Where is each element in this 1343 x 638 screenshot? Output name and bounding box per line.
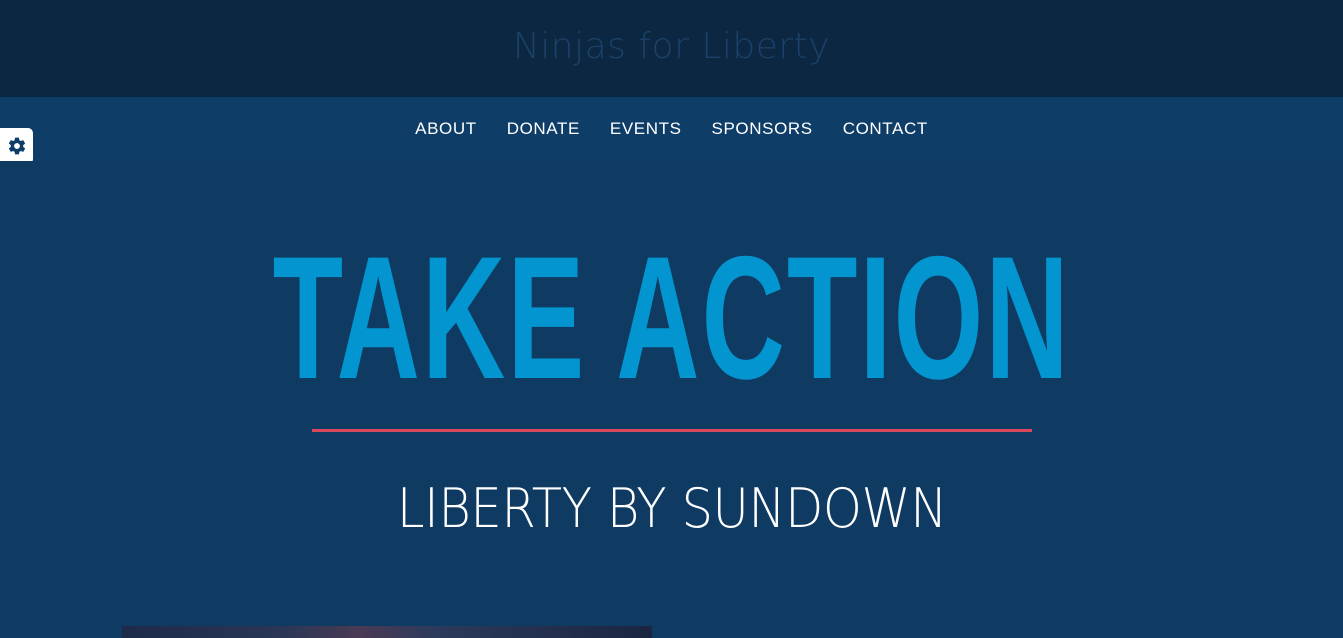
nav-item-about[interactable]: ABOUT [415, 119, 477, 139]
settings-toggle-button[interactable] [0, 128, 33, 164]
nav-item-events[interactable]: EVENTS [610, 119, 682, 139]
site-header: Ninjas for Liberty [0, 0, 1343, 97]
nav-item-donate[interactable]: DONATE [507, 119, 580, 139]
hero-subtitle: LIBERTY BY SUNDOWN [0, 473, 1343, 545]
hero-section: TAKE ACTION LIBERTY BY SUNDOWN [0, 161, 1343, 638]
hero-divider [312, 429, 1032, 432]
hero-subtitle-text: LIBERTY BY SUNDOWN [396, 477, 947, 540]
main-nav: ABOUT DONATE EVENTS SPONSORS CONTACT [0, 97, 1343, 161]
hero-title-text: TAKE ACTION [272, 221, 1071, 416]
nav-item-sponsors[interactable]: SPONSORS [712, 119, 813, 139]
nav-item-contact[interactable]: CONTACT [843, 119, 928, 139]
gear-icon [8, 137, 25, 155]
featured-image [122, 626, 652, 638]
hero-title: TAKE ACTION [0, 231, 1343, 406]
site-title[interactable]: Ninjas for Liberty [513, 26, 830, 67]
